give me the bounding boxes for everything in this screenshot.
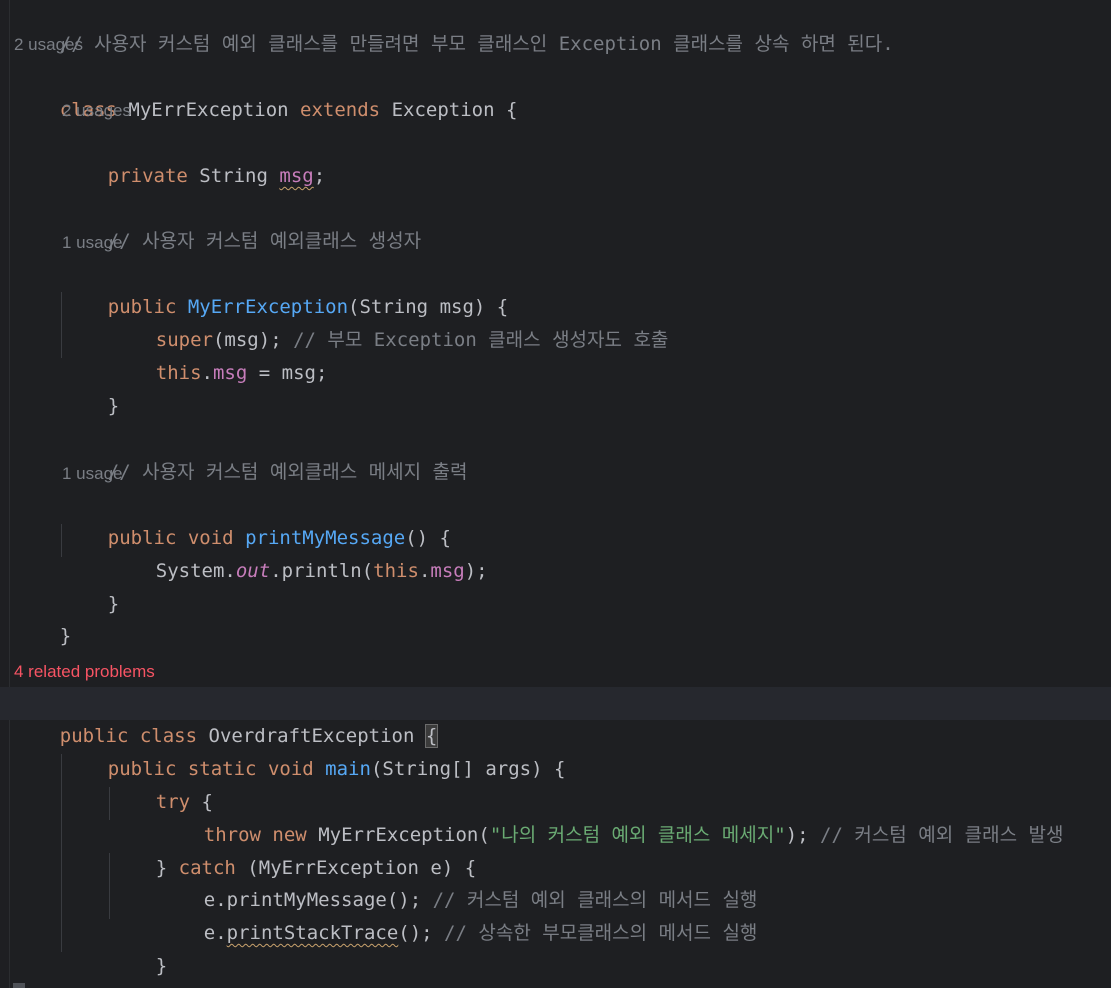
code-line[interactable]: public static void main(String[] args) { bbox=[0, 720, 1111, 780]
brace: } bbox=[59, 625, 72, 647]
usages-hint[interactable]: 2 usages bbox=[14, 28, 83, 61]
code-line[interactable]: e.printStackTrace(); // 상속한 부모클래스의 메서드 실… bbox=[0, 884, 1111, 944]
code-line[interactable]: } bbox=[0, 917, 1111, 977]
usages-hint[interactable]: 1 usage bbox=[62, 226, 123, 259]
brace: { bbox=[505, 99, 518, 121]
code-line[interactable]: System.out.println(this.msg); bbox=[0, 522, 1111, 582]
comment: // 사용자 커스텀 예외 클래스를 만들려면 부모 클래스인 Exceptio… bbox=[59, 33, 894, 55]
class-name: MyErrException bbox=[128, 99, 289, 121]
code-line[interactable]: } bbox=[0, 357, 1111, 417]
keyword: extends bbox=[300, 99, 381, 121]
code-line[interactable]: } bbox=[0, 555, 1111, 615]
comment: // 사용자 커스텀 예외클래스 메세지 출력 bbox=[107, 461, 468, 483]
problems-hint[interactable]: 4 related problems bbox=[14, 655, 155, 688]
code-line-current[interactable]: public class OverdraftException { bbox=[0, 687, 1111, 748]
code-editor[interactable]: // 사용자 커스텀 예외 클래스를 만들려면 부모 클래스인 Exceptio… bbox=[0, 0, 1111, 988]
usages-hint[interactable]: 1 usage bbox=[62, 457, 123, 490]
code-line[interactable]: this.msg = msg; bbox=[0, 324, 1111, 384]
code-line[interactable]: e.printMyMessage(); // 커스텀 예외 클래스의 메서드 실… bbox=[0, 851, 1111, 911]
code-line[interactable]: try { bbox=[0, 753, 1111, 813]
code-line[interactable]: class MyErrException extends Exception { bbox=[0, 61, 1111, 121]
keyword: private bbox=[107, 165, 188, 187]
usages-hint[interactable]: 2 usages bbox=[62, 94, 131, 127]
brace: } bbox=[107, 395, 120, 417]
field-msg: msg bbox=[279, 165, 314, 187]
code-line[interactable]: } bbox=[0, 950, 1111, 983]
horizontal-scrollbar-thumb[interactable] bbox=[13, 983, 25, 988]
code-line[interactable]: } catch (MyErrException e) { bbox=[0, 819, 1111, 879]
type-name: String bbox=[199, 165, 268, 187]
code-line[interactable]: } bbox=[0, 587, 1111, 647]
code-line[interactable]: throw new MyErrException("나의 커스텀 예외 클래스 … bbox=[0, 786, 1111, 846]
code-line[interactable]: private String msg; bbox=[0, 127, 1111, 187]
code-line[interactable]: // 사용자 커스텀 예외클래스 메세지 출력 bbox=[0, 423, 1111, 483]
class-name: Exception bbox=[391, 99, 495, 121]
comment: // 사용자 커스텀 예외클래스 생성자 bbox=[107, 230, 422, 252]
code-line[interactable]: // 사용자 커스텀 예외클래스 생성자 bbox=[0, 192, 1111, 252]
punct: ; bbox=[313, 165, 326, 187]
code-line[interactable]: super(msg); // 부모 Exception 클래스 생성자도 호출 bbox=[0, 291, 1111, 351]
code-line[interactable]: public MyErrException(String msg) { bbox=[0, 258, 1111, 318]
code-line[interactable]: // 사용자 커스텀 예외 클래스를 만들려면 부모 클래스인 Exceptio… bbox=[0, 0, 1111, 55]
code-line[interactable]: public void printMyMessage() { bbox=[0, 489, 1111, 549]
